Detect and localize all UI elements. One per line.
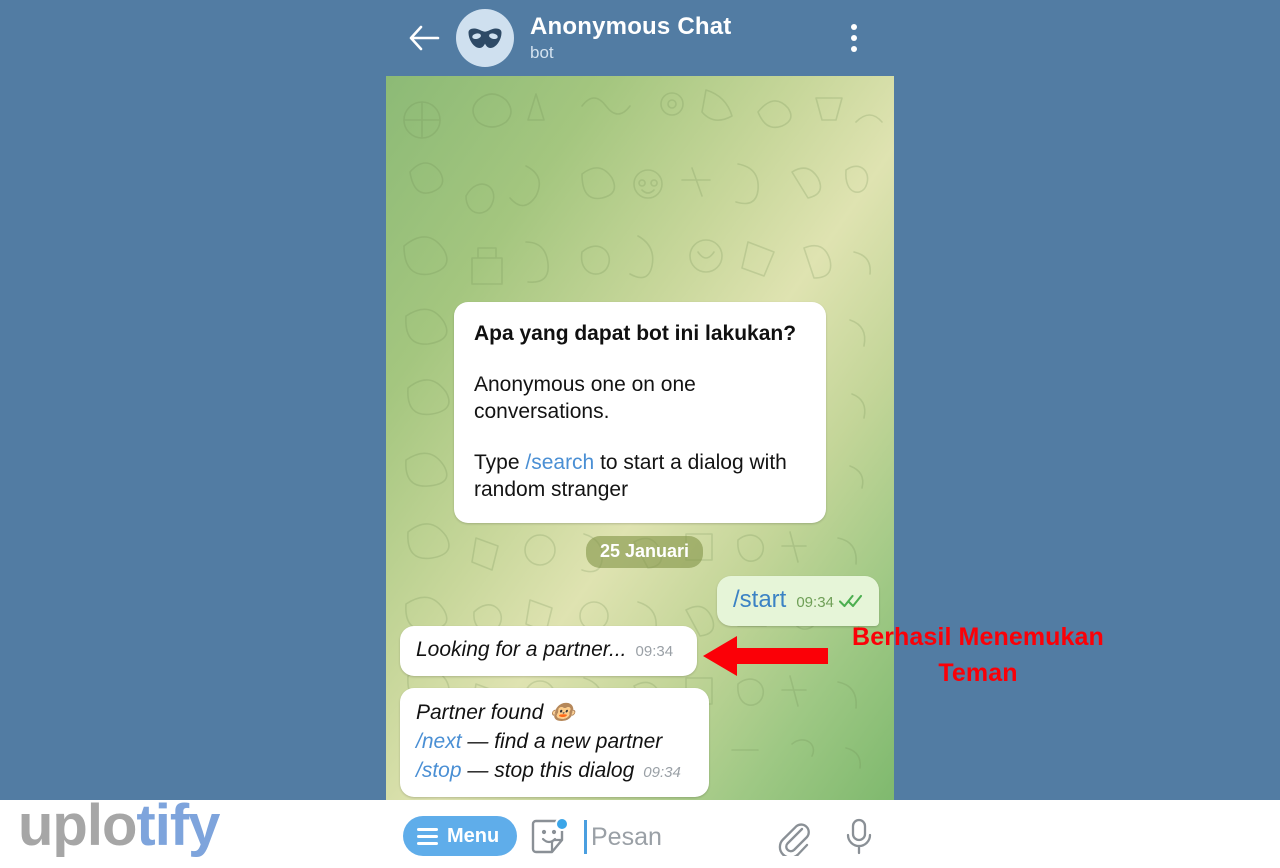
chat-message-list[interactable]: Apa yang dapat bot ini lakukan? Anonymou… bbox=[386, 76, 894, 800]
partner-found-line-2: /next — find a new partner bbox=[416, 727, 695, 756]
screenshot-root: Anonymous Chat bot Apa yang dapat bot in… bbox=[0, 0, 1280, 868]
next-command-link[interactable]: /next bbox=[416, 730, 462, 753]
searching-timestamp: 09:34 bbox=[635, 643, 674, 660]
partner-found-timestamp: 09:34 bbox=[643, 764, 681, 781]
back-arrow-icon bbox=[409, 25, 440, 51]
double-check-icon bbox=[838, 594, 863, 612]
message-input[interactable]: Pesan bbox=[591, 820, 662, 854]
page-title: Anonymous Chat bbox=[530, 13, 732, 40]
intro-line-2-prefix: Type bbox=[474, 451, 526, 474]
more-options-button[interactable] bbox=[834, 14, 874, 62]
partner-found-line-1: Partner found 🐵 bbox=[416, 701, 576, 724]
next-command-desc: — find a new partner bbox=[461, 730, 663, 753]
watermark-part-2: tify bbox=[136, 793, 220, 858]
search-command-link[interactable]: /search bbox=[525, 451, 594, 474]
chat-subtitle: bot bbox=[530, 43, 554, 62]
paperclip-icon bbox=[778, 823, 810, 859]
incoming-message-searching[interactable]: Looking for a partner... 09:34 bbox=[400, 626, 697, 676]
menu-button[interactable]: Menu bbox=[403, 816, 518, 856]
outgoing-timestamp: 09:34 bbox=[796, 594, 834, 611]
intro-line-2: Type /search to start a dialog with rand… bbox=[474, 449, 806, 503]
incoming-message-partner-found[interactable]: Partner found 🐵 /next — find a new partn… bbox=[400, 688, 709, 797]
header-titles: Anonymous Chat bot bbox=[530, 13, 731, 63]
outgoing-message-text: /start bbox=[733, 586, 787, 613]
annotation-label: Berhasil Menemukan Teman bbox=[852, 623, 1104, 687]
more-vertical-icon bbox=[851, 24, 857, 30]
attach-button[interactable] bbox=[774, 818, 812, 859]
watermark-logo: uplotify bbox=[18, 790, 220, 862]
stop-command-desc: — stop this dialog bbox=[461, 759, 635, 782]
phone-screen: Anonymous Chat bot Apa yang dapat bot in… bbox=[386, 0, 894, 800]
mask-icon bbox=[468, 28, 502, 48]
intro-title: Apa yang dapat bot ini lakukan? bbox=[474, 322, 797, 345]
searching-text: Looking for a partner... bbox=[416, 638, 627, 661]
annotation-arrow bbox=[703, 634, 828, 678]
menu-button-label: Menu bbox=[447, 824, 500, 847]
outgoing-message-meta: 09:34 bbox=[796, 594, 863, 612]
microphone-icon bbox=[846, 818, 872, 855]
intro-line-1: Anonymous one on one conversations. bbox=[474, 373, 696, 423]
sticker-badge-dot bbox=[555, 817, 569, 831]
voice-record-button[interactable] bbox=[840, 816, 878, 856]
bot-intro-message[interactable]: Apa yang dapat bot ini lakukan? Anonymou… bbox=[454, 302, 826, 523]
chat-header: Anonymous Chat bot bbox=[386, 0, 894, 76]
partner-found-line-3: /stop — stop this dialog 09:34 bbox=[416, 756, 695, 787]
watermark-part-1: uplo bbox=[18, 793, 137, 858]
back-button[interactable] bbox=[398, 12, 450, 64]
text-cursor bbox=[584, 820, 587, 854]
stop-command-link[interactable]: /stop bbox=[416, 759, 462, 782]
avatar[interactable] bbox=[456, 9, 514, 67]
date-divider: 25 Januari bbox=[586, 536, 704, 568]
sticker-button[interactable] bbox=[530, 817, 569, 856]
hamburger-icon bbox=[417, 827, 438, 845]
left-arrow-annotation bbox=[703, 636, 828, 676]
